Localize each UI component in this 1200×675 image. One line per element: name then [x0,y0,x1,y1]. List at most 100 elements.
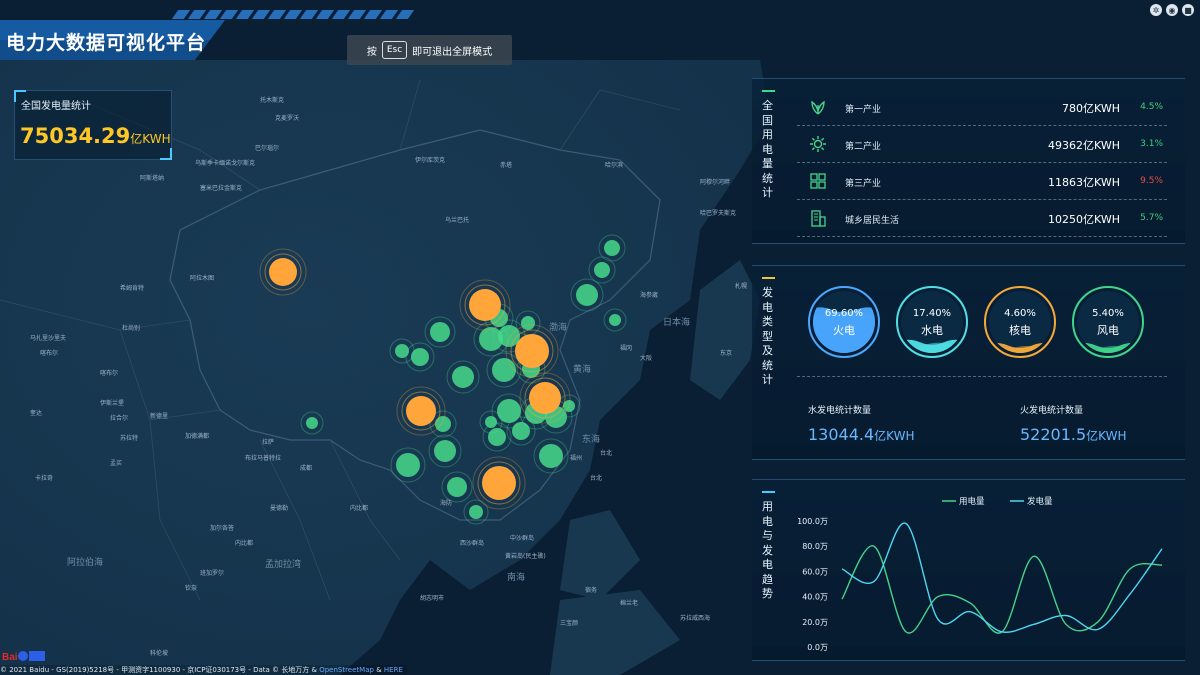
station-bubble-major [529,382,561,414]
usage-row-name: 第二产业 [845,142,882,152]
copyright-here-link[interactable]: HERE [384,666,403,674]
svg-text:班加罗尔: 班加罗尔 [200,569,224,577]
copyright-osm-link[interactable]: OpenStreetMap [319,666,374,674]
y-tick-label: 0.0万 [807,643,828,652]
svg-text:拉萨: 拉萨 [262,438,274,446]
usage-row-value: 10250亿KWH [1048,213,1120,226]
hydro-stat: 水发电统计数量 13044.4亿KWH [808,403,915,444]
header-decoration-stripes [171,10,415,19]
total-generation-value: 75034.29亿KWH [20,124,171,148]
fullscreen-exit-tip: 按 Esc 即可退出全屏模式 [347,35,512,65]
fullscreen-icon[interactable]: ■ [1182,4,1194,16]
usage-row-tertiary: 第三产业 11863亿KWH 9.5% [797,163,1167,200]
svg-text:大阪: 大阪 [640,354,652,362]
sea-label-japan: 日本海 [663,316,690,328]
svg-text:新德里: 新德里 [150,412,168,420]
ring-type-label: 火电 [833,324,855,337]
ring-pct: 17.40% [912,308,952,319]
usage-panel: 全国用电量统计 第一产业 780亿KWH 4.5% 第二产业 49362亿KWH… [752,78,1185,244]
station-bubble [469,505,483,519]
trend-line-chart[interactable]: 用电量 发电量 100.0万 80.0万 60.0万 40.0万 20.0万 0.0万 [792,488,1182,660]
leaf-icon [811,100,825,115]
svg-text:赤塔: 赤塔 [500,161,512,169]
svg-text:三宝颜: 三宝颜 [560,619,578,627]
page-title: 电力大数据可视化平台 [6,32,207,54]
y-tick-label: 40.0万 [802,593,828,602]
station-bubble [447,477,467,497]
svg-text:阿穆尔河畔: 阿穆尔河畔 [700,178,730,186]
thermal-stat-number: 52201.5 [1020,425,1087,444]
top-right-controls: ✲ ◉ ■ [1150,4,1194,16]
svg-text:加尔各答: 加尔各答 [210,524,234,532]
station-bubble [434,440,456,462]
legend-label: 发电量 [1027,496,1053,507]
station-bubble [576,284,598,306]
usage-row-pct: 4.5% [1140,102,1163,112]
ring-type-label: 风电 [1097,324,1119,337]
esc-key-label: Esc [381,41,408,59]
esc-tip-prefix: 按 [366,46,377,58]
esc-tip-suffix: 即可退出全屏模式 [412,46,493,58]
hydro-stat-label: 水发电统计数量 [808,406,872,416]
svg-text:福州: 福州 [570,454,582,462]
usage-row-residential: 城乡居民生活 10250亿KWH 5.7% [797,200,1167,237]
station-bubble [539,444,563,468]
svg-text:内比都: 内比都 [235,539,253,547]
svg-text:阿拉木图: 阿拉木图 [190,274,214,282]
svg-text:哈尔滨: 哈尔滨 [605,161,623,169]
svg-text:伊斯兰堡: 伊斯兰堡 [100,399,124,407]
station-bubble [521,316,535,330]
trend-panel: 用电与发电趋势 用电量 发电量 100.0万 80.0万 60.0万 40.0万 20.0万… [752,479,1185,661]
svg-text:马扎里沙里夫: 马扎里沙里夫 [30,334,66,342]
svg-text:成都: 成都 [300,464,312,472]
thermal-stat-unit: 亿KWH [1086,429,1127,443]
station-bubble [512,422,530,440]
generation-types-panel: 发电类型及统计 69.60% 火电 17.40% 水电 4.60% 核电 5.40% 风电 水… [752,265,1185,460]
svg-text:中沙群岛: 中沙群岛 [510,534,534,542]
usage-row-pct: 5.7% [1140,213,1163,223]
svg-text:巴尔瑙尔: 巴尔瑙尔 [255,144,279,152]
total-generation-unit: 亿KWH [130,132,171,146]
y-tick-label: 20.0万 [802,618,828,627]
thermal-stat: 火发电统计数量 52201.5亿KWH [1020,403,1127,444]
y-tick-label: 80.0万 [802,542,828,551]
ring-pct: 5.40% [1092,308,1124,319]
sea-label-bengal: 孟加拉湾 [265,558,301,570]
legend-label: 用电量 [959,496,985,507]
station-bubble [609,314,621,326]
total-generation-label: 全国发电量统计 [21,101,91,112]
share-icon[interactable]: ◉ [1166,4,1178,16]
svg-text:曼德勒: 曼德勒 [270,504,288,512]
settings-icon[interactable]: ✲ [1150,4,1162,16]
svg-text:科伦坡: 科伦坡 [150,649,168,657]
hydro-stat-value: 13044.4亿KWH [808,425,915,444]
ring-pct: 69.60% [824,308,864,319]
svg-text:苏拉特: 苏拉特 [120,434,138,442]
svg-text:克麦罗沃: 克麦罗沃 [275,114,299,122]
usage-row-value: 11863亿KWH [1048,176,1120,189]
series-line-1 [841,522,1163,633]
station-bubble [396,453,420,477]
generation-type-rings: 69.60% 火电 17.40% 水电 4.60% 核电 5.40% 风电 [808,286,1158,358]
svg-text:海参崴: 海参崴 [640,291,658,299]
usage-row-name: 第三产业 [845,179,882,189]
thermal-stat-label: 火发电统计数量 [1020,406,1084,416]
ring-type-label: 水电 [921,324,943,337]
svg-text:Bai: Bai [2,652,18,663]
ring-type-label: 核电 [1009,324,1031,337]
svg-text:内比都: 内比都 [350,504,368,512]
hydro-stat-number: 13044.4 [808,425,875,444]
svg-text:塞米巴拉金斯克: 塞米巴拉金斯克 [200,184,242,192]
svg-text:西沙群岛: 西沙群岛 [460,539,484,547]
total-generation-card: 全国发电量统计 75034.29亿KWH [14,90,172,160]
svg-text:喀布尔: 喀布尔 [40,349,58,357]
types-panel-title: 发电类型及统计 [762,277,776,388]
gear-icon [810,136,826,152]
svg-text:台北: 台北 [590,474,602,482]
svg-text:孟买: 孟买 [110,459,122,467]
svg-text:加德满都: 加德满都 [185,432,209,440]
svg-text:台北: 台北 [600,449,612,457]
svg-text:布拉马普特拉: 布拉马普特拉 [245,454,281,462]
svg-text:托木斯克: 托木斯克 [260,96,284,104]
svg-text:希姆肯特: 希姆肯特 [120,284,144,292]
